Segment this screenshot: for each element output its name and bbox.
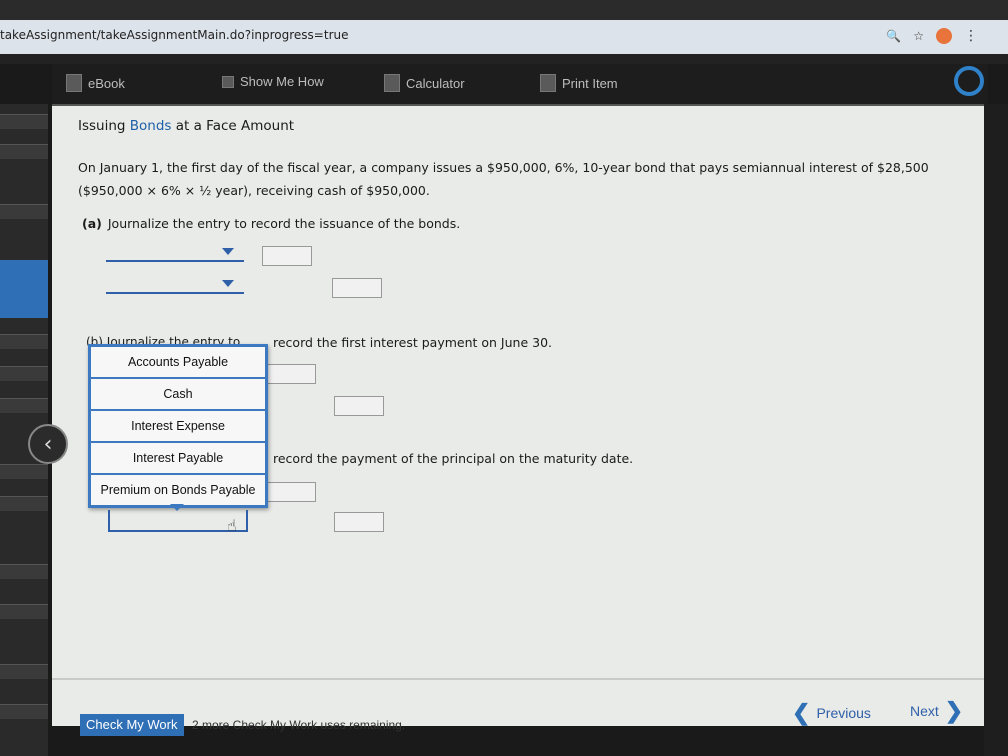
title-suffix: at a Face Amount <box>171 118 295 134</box>
dropdown-option[interactable]: Interest Expense <box>91 411 265 443</box>
sidebar-tab[interactable] <box>0 704 48 719</box>
problem-description: On January 1, the first day of the fisca… <box>78 156 978 202</box>
account-select-a1[interactable] <box>106 260 244 262</box>
screen-bezel <box>0 54 1008 64</box>
dropdown-option[interactable]: Interest Payable <box>91 443 265 475</box>
browser-actions: 🔍 ☆ ⋮ <box>886 28 978 44</box>
sidebar-tab[interactable] <box>0 334 48 349</box>
chevron-right-icon: ❯ <box>944 698 964 723</box>
profile-avatar[interactable] <box>936 28 952 44</box>
account-dropdown-menu: Accounts Payable Cash Interest Expense I… <box>88 344 268 508</box>
next-button[interactable]: Next ❯ <box>910 698 963 724</box>
sidebar-tab[interactable] <box>0 664 48 679</box>
star-icon[interactable]: ☆ <box>913 29 924 43</box>
sidebar-tab[interactable] <box>0 204 48 219</box>
chevron-down-icon[interactable] <box>222 280 234 287</box>
sidebar-tab[interactable] <box>0 464 48 479</box>
sidebar-tab[interactable] <box>0 496 48 511</box>
footer-bar: Check My Work 2 more Check My Work uses … <box>52 690 984 736</box>
hand-cursor-icon: ☝ <box>227 516 237 535</box>
debit-input-b1[interactable] <box>266 364 316 384</box>
part-a-label: (a) <box>82 216 102 231</box>
sidebar-tab[interactable] <box>0 604 48 619</box>
dropdown-option[interactable]: Premium on Bonds Payable <box>91 475 265 505</box>
calculator-button[interactable]: Calculator <box>384 74 465 92</box>
previous-label: Previous <box>816 705 871 721</box>
sidebar-tab-active[interactable] <box>0 260 48 318</box>
book-icon <box>66 74 82 92</box>
video-icon <box>222 75 234 88</box>
ebook-label: eBook <box>88 75 125 91</box>
ebook-button[interactable]: eBook <box>66 74 125 92</box>
attempts-remaining: 2 more Check My Work uses remaining. <box>192 718 406 732</box>
screen-right-edge <box>984 104 1008 756</box>
print-item-button[interactable]: Print Item <box>540 74 618 92</box>
show-me-how-label: Show Me How <box>240 74 324 89</box>
chevron-left-icon: ❮ <box>792 700 811 725</box>
dropdown-option[interactable]: Accounts Payable <box>91 347 265 379</box>
chevron-down-icon[interactable] <box>222 248 234 255</box>
credit-input-c2[interactable] <box>334 512 384 532</box>
debit-input-a1[interactable] <box>262 246 312 266</box>
problem-title: Issuing Bonds at a Face Amount <box>78 118 294 134</box>
sidebar-tab[interactable] <box>0 144 48 159</box>
previous-button[interactable]: ❮ Previous <box>792 700 871 726</box>
assignment-toolbar: eBook Show Me How Calculator Print Item <box>52 64 988 106</box>
back-arrow-icon[interactable]: ‹ <box>28 424 68 464</box>
part-a-text: Journalize the entry to record the issua… <box>107 216 461 231</box>
problem-panel: Issuing Bonds at a Face Amount On Januar… <box>52 106 984 726</box>
print-icon <box>540 74 556 92</box>
url-text[interactable]: takeAssignment/takeAssignmentMain.do?inp… <box>0 28 349 42</box>
browser-top-strip <box>0 0 1008 20</box>
sidebar-tab[interactable] <box>0 366 48 381</box>
divider <box>52 678 984 680</box>
show-me-how-button[interactable]: Show Me How <box>222 74 324 89</box>
calculator-icon <box>384 74 400 92</box>
account-select-a2[interactable] <box>106 292 244 294</box>
sidebar-tab[interactable] <box>0 564 48 579</box>
sidebar-tab[interactable] <box>0 398 48 413</box>
part-c-text: record the payment of the principal on t… <box>273 451 634 466</box>
zoom-icon[interactable]: 🔍 <box>886 29 901 43</box>
help-icon[interactable] <box>954 66 984 96</box>
sidebar-tab[interactable] <box>0 114 48 129</box>
next-label: Next <box>910 703 939 719</box>
part-b-text: record the first interest payment on Jun… <box>273 335 552 350</box>
credit-input-a2[interactable] <box>332 278 382 298</box>
credit-input-b2[interactable] <box>334 396 384 416</box>
title-prefix: Issuing <box>78 118 130 134</box>
print-item-label: Print Item <box>562 75 618 91</box>
debit-input-c1[interactable] <box>266 482 316 502</box>
check-my-work-button[interactable]: Check My Work <box>80 714 184 736</box>
calculator-label: Calculator <box>406 75 465 91</box>
part-a-question: (a) Journalize the entry to record the is… <box>82 216 460 231</box>
description-line-1: On January 1, the first day of the fisca… <box>78 160 929 175</box>
description-line-2: ($950,000 × 6% × ½ year), receiving cash… <box>78 183 430 198</box>
menu-icon[interactable]: ⋮ <box>964 28 978 44</box>
bonds-link[interactable]: Bonds <box>130 118 172 134</box>
dropdown-option[interactable]: Cash <box>91 379 265 411</box>
